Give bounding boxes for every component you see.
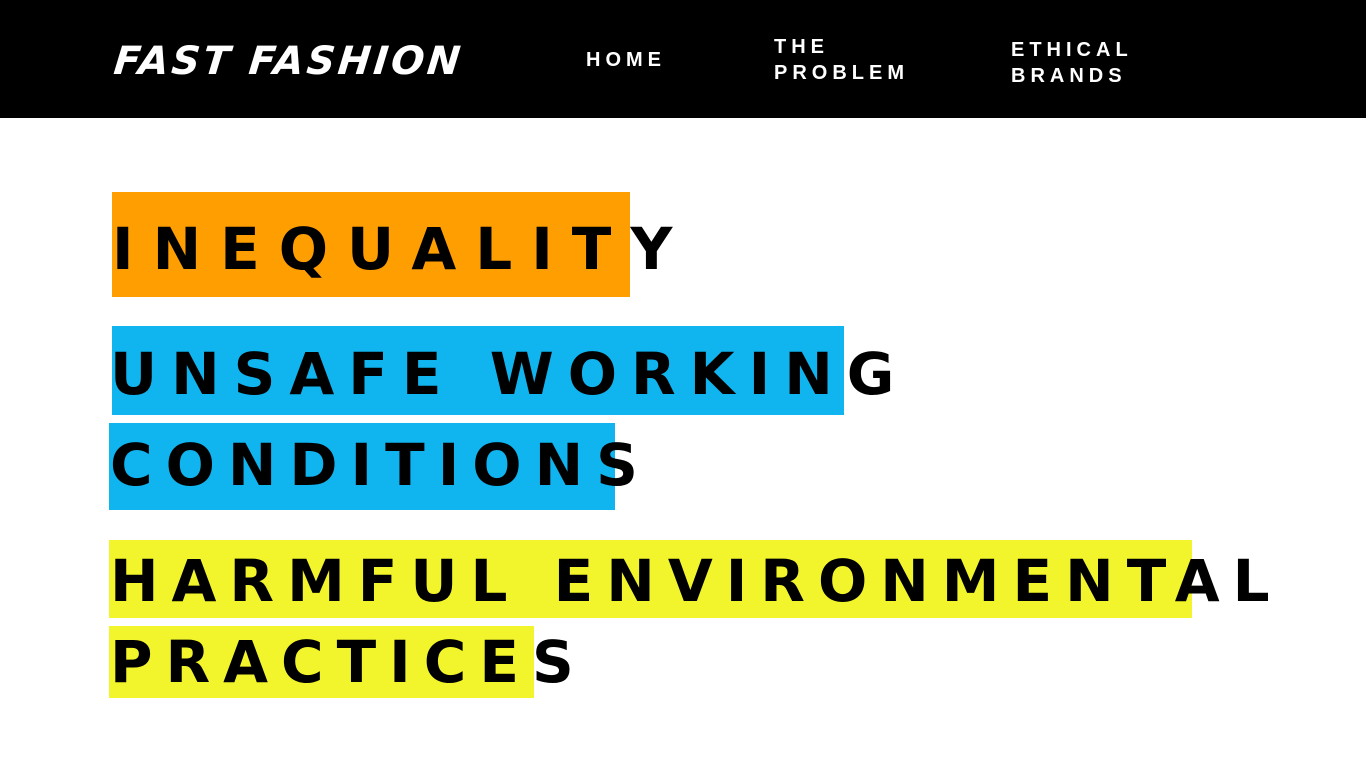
- nav-home-link[interactable]: HOME: [586, 47, 666, 73]
- nav-home-label: HOME: [586, 49, 666, 71]
- issue-unsafe-working-heading-line-1: UNSAFE WORKING: [110, 340, 909, 408]
- site-logo[interactable]: FAST FASHION: [111, 38, 466, 86]
- issue-harmful-environmental-heading-line-1: HARMFUL ENVIRONMENTAL: [110, 547, 1283, 615]
- issue-inequality-heading: INEQUALITY: [112, 215, 692, 283]
- issue-harmful-environmental-heading-line-2: PRACTICES: [110, 628, 587, 696]
- nav-ethical-brands-label-line-2: BRANDS: [1011, 65, 1127, 87]
- nav-ethical-brands-label-line-1: ETHICAL: [1011, 39, 1133, 61]
- nav-the-problem-label-line-1: THE: [774, 36, 829, 58]
- nav-the-problem-label-line-2: PROBLEM: [774, 62, 909, 84]
- site-header: FAST FASHION HOME THE PROBLEM ETHICAL BR…: [0, 0, 1366, 118]
- nav-ethical-brands-link[interactable]: ETHICAL BRANDS: [1011, 37, 1133, 89]
- nav-the-problem-link[interactable]: THE PROBLEM: [774, 34, 909, 86]
- issue-unsafe-working-heading-line-2: CONDITIONS: [110, 431, 651, 499]
